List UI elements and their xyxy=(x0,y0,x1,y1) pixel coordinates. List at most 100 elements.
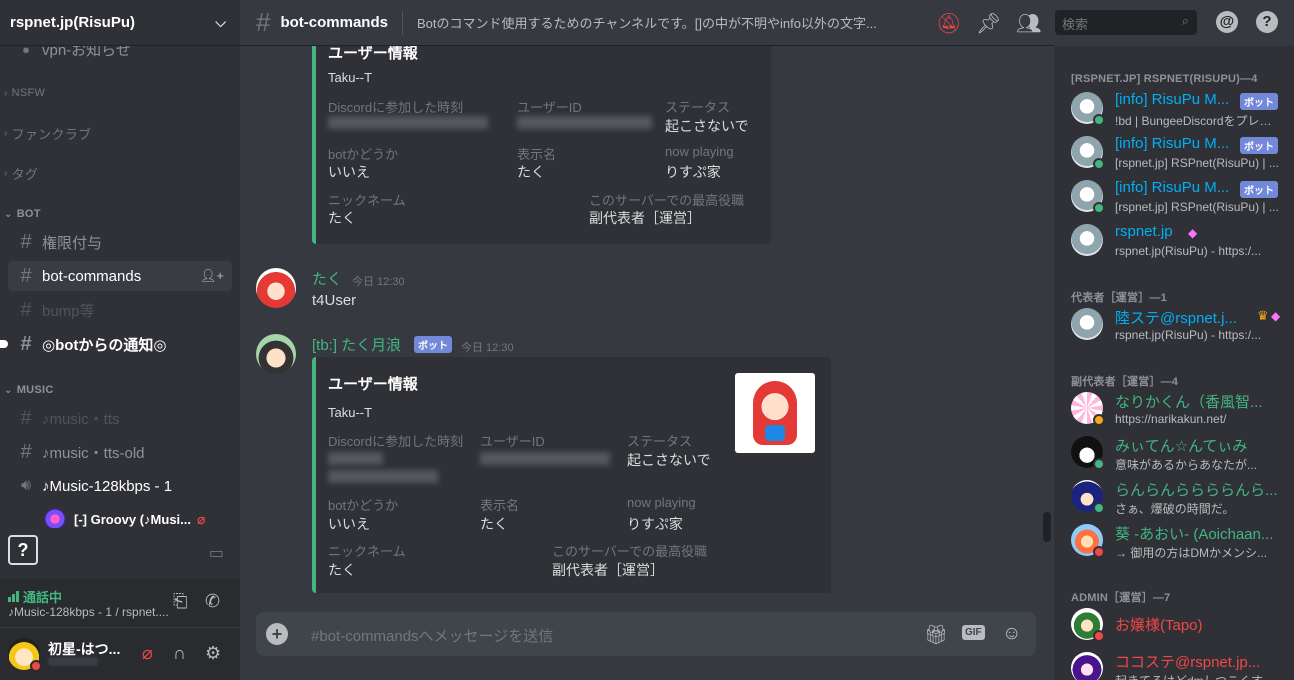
field-value: 副代表者［運営］ xyxy=(552,562,664,578)
avatar[interactable] xyxy=(256,334,296,374)
blurred-value xyxy=(480,452,610,465)
channel-bump[interactable]: # bump等 xyxy=(8,295,232,325)
channel-music-tts[interactable]: # ♪music・tts xyxy=(8,403,232,433)
disconnect-icon[interactable]: ✆︎ xyxy=(205,591,220,612)
mic-muted-icon[interactable]: ⌀ xyxy=(142,643,153,664)
mention-icon[interactable]: @ xyxy=(1216,11,1238,33)
headphones-icon[interactable]: ∩ xyxy=(173,643,186,664)
hash-icon: # xyxy=(20,440,32,463)
member-name: 葵 -あおい- (Aoichaan... xyxy=(1115,526,1274,543)
member-category: ADMIN［運営］—7 xyxy=(1071,592,1171,604)
member-item[interactable]: なりかくん（香風智... https://narikakun.net/ xyxy=(1071,388,1281,432)
channel-bot-notify[interactable]: # ◎botからの通知◎ xyxy=(0,329,232,359)
member-item[interactable]: 葵 -あおい- (Aoichaan... → 御用の方はDMかメンシ... xyxy=(1071,520,1281,564)
field-value: たく xyxy=(328,562,356,578)
field-label: ニックネーム xyxy=(328,193,406,208)
bot-badge: ボット xyxy=(1240,93,1278,110)
help-icon[interactable]: ? xyxy=(1256,11,1278,33)
scrollbar[interactable] xyxy=(1043,512,1051,542)
avatar[interactable] xyxy=(8,638,42,672)
field-label: now playing xyxy=(665,144,734,159)
member-activity: 起きてるけどdmしつこくす... xyxy=(1115,672,1280,680)
header-toolbar: 🔕︎ 📌︎ 👥︎ xyxy=(936,0,1041,46)
hash-icon: # xyxy=(20,332,32,355)
voice-user-name: [-] Groovy (♪Musi... xyxy=(74,511,191,527)
member-item[interactable]: お嬢様(Tapo) xyxy=(1071,604,1281,648)
member-name: rspnet.jp xyxy=(1115,223,1173,240)
screen-share-icon[interactable]: ▭ xyxy=(209,543,224,563)
crown-icon: ♛ xyxy=(1257,308,1269,323)
field-label: ステータス xyxy=(665,100,731,115)
field-value: りすぷ家 xyxy=(627,516,683,532)
member-item[interactable]: らんらんららららんら... さぁ、爆破の時間だ。 xyxy=(1071,476,1281,520)
notification-muted-icon[interactable]: 🔕︎ xyxy=(936,11,961,36)
voice-user-groovy[interactable]: [-] Groovy (♪Musi... ⌀ xyxy=(44,508,205,528)
member-item[interactable]: 陸ステ@rspnet.j... ♛ ◆ rspnet.jp(RisuPu) - … xyxy=(1071,304,1281,348)
member-item[interactable]: rspnet.jp ◆ rspnet.jp(RisuPu) - https:/.… xyxy=(1071,220,1281,264)
message-author[interactable]: [tb:] たく月浪 xyxy=(312,334,401,355)
avatar xyxy=(1071,652,1103,680)
divider xyxy=(401,10,403,35)
member-activity: rspnet.jp(RisuPu) - https:/... xyxy=(1115,328,1262,342)
member-category: 代表者［運営］—1 xyxy=(1071,292,1167,304)
channel-music-tts-old[interactable]: # ♪music・tts-old xyxy=(8,437,232,467)
plus-icon[interactable]: + xyxy=(266,623,288,645)
voice-channel-path[interactable]: ♪Music-128kbps - 1 / rspnet.... xyxy=(8,605,173,619)
category-label: NSFW xyxy=(11,87,46,99)
member-activity: → 御用の方はDMかメンシ... xyxy=(1115,546,1267,560)
booster-icon: ◆ xyxy=(1188,226,1198,240)
channel-topic[interactable]: Botのコマンド使用するためのチャンネルです。[]の中が不明やinfo以外の文字… xyxy=(417,13,927,32)
online-status-dot xyxy=(1093,158,1105,170)
hash-icon: # xyxy=(20,230,32,253)
channel-perm[interactable]: # 権限付与 xyxy=(8,227,232,257)
search-input[interactable]: 検索 ⌕ xyxy=(1055,10,1197,35)
avatar xyxy=(1071,308,1103,340)
user-name: 初星-はつ... xyxy=(48,641,121,657)
hash-icon: # xyxy=(20,298,32,321)
gif-button[interactable]: GIF xyxy=(962,625,985,640)
emoji-icon[interactable]: ☺︎ xyxy=(1002,623,1021,645)
online-status-dot xyxy=(1093,114,1105,126)
member-item[interactable]: [info] RisuPu M... ボット [rspnet.jp] RSPne… xyxy=(1071,132,1281,176)
channel-vpn[interactable]: ● vpn-お知らせ xyxy=(8,46,232,64)
voice-status[interactable]: 通話中 xyxy=(8,587,62,606)
server-header[interactable]: rspnet.jp(RisuPu) ⌵ xyxy=(0,0,240,46)
voice-connection-panel: 通話中 ♪Music-128kbps - 1 / rspnet.... ⎗ ✆︎ xyxy=(0,578,240,628)
category-bot[interactable]: ⌄ BOT xyxy=(4,208,41,220)
embed-user-info: ユーザー情報 Taku--T Discordに参加した時刻 ユーザーID ステー… xyxy=(312,46,771,244)
category-nsfw[interactable]: › NSFW xyxy=(4,87,45,99)
message-author[interactable]: たく xyxy=(312,268,342,289)
discord-app: rspnet.jp(RisuPu) ⌵ ● vpn-お知らせ › NSFW › … xyxy=(0,0,1294,680)
gear-icon[interactable]: ⚙︎ xyxy=(205,643,221,664)
help-icon[interactable]: ? xyxy=(8,535,38,565)
voice-channel-music[interactable]: 🔊︎ ♪Music-128kbps - 1 xyxy=(8,471,232,501)
online-status-dot xyxy=(1093,502,1105,514)
message-input[interactable]: #bot-commandsへメッセージを送信 xyxy=(311,625,553,646)
category-tag[interactable]: › タグ xyxy=(4,164,38,183)
gift-icon[interactable]: 🎁︎ xyxy=(924,623,948,647)
member-item[interactable]: [info] RisuPu M... ボット !bd | BungeeDisco… xyxy=(1071,88,1281,132)
add-member-icon[interactable]: 👤︎+ xyxy=(200,268,224,284)
screen-share-icon[interactable]: ⎗ xyxy=(173,591,187,612)
thumbnail-body xyxy=(765,425,785,441)
member-category: [RSPNET.JP] RSPNET(RISUPU)—4 xyxy=(1071,73,1258,85)
member-list: [RSPNET.JP] RSPNET(RISUPU)—4 [info] Risu… xyxy=(1054,46,1294,680)
member-name: [info] RisuPu M... xyxy=(1115,135,1230,152)
member-item[interactable]: ココステ@rspnet.jp... 起きてるけどdmしつこくす... xyxy=(1071,648,1281,680)
unread-indicator xyxy=(0,340,8,348)
member-list-icon[interactable]: 👥︎ xyxy=(1016,11,1041,36)
embed-thumbnail[interactable] xyxy=(735,373,815,453)
member-item[interactable]: [info] RisuPu M... ボット [rspnet.jp] RSPne… xyxy=(1071,176,1281,220)
channel-header: # bot-commands Botのコマンド使用するためのチャンネルです。[]… xyxy=(240,0,1054,46)
hash-icon: # xyxy=(20,264,32,287)
channel-label: ♪music・tts-old xyxy=(42,444,145,462)
category-fanclub[interactable]: › ファンクラブ xyxy=(4,124,91,143)
field-label: now playing xyxy=(627,495,696,510)
member-item[interactable]: みぃてん☆んてぃみ 意味があるからあなたが... xyxy=(1071,432,1281,476)
blurred-value xyxy=(328,470,438,483)
pin-icon[interactable]: 📌︎ xyxy=(976,11,1001,36)
member-name: みぃてん☆んてぃみ xyxy=(1115,438,1248,455)
avatar[interactable] xyxy=(256,268,296,308)
category-music[interactable]: ⌄ MUSIC xyxy=(4,384,54,396)
channel-bot-commands[interactable]: # bot-commands 👤︎+ xyxy=(8,261,232,291)
